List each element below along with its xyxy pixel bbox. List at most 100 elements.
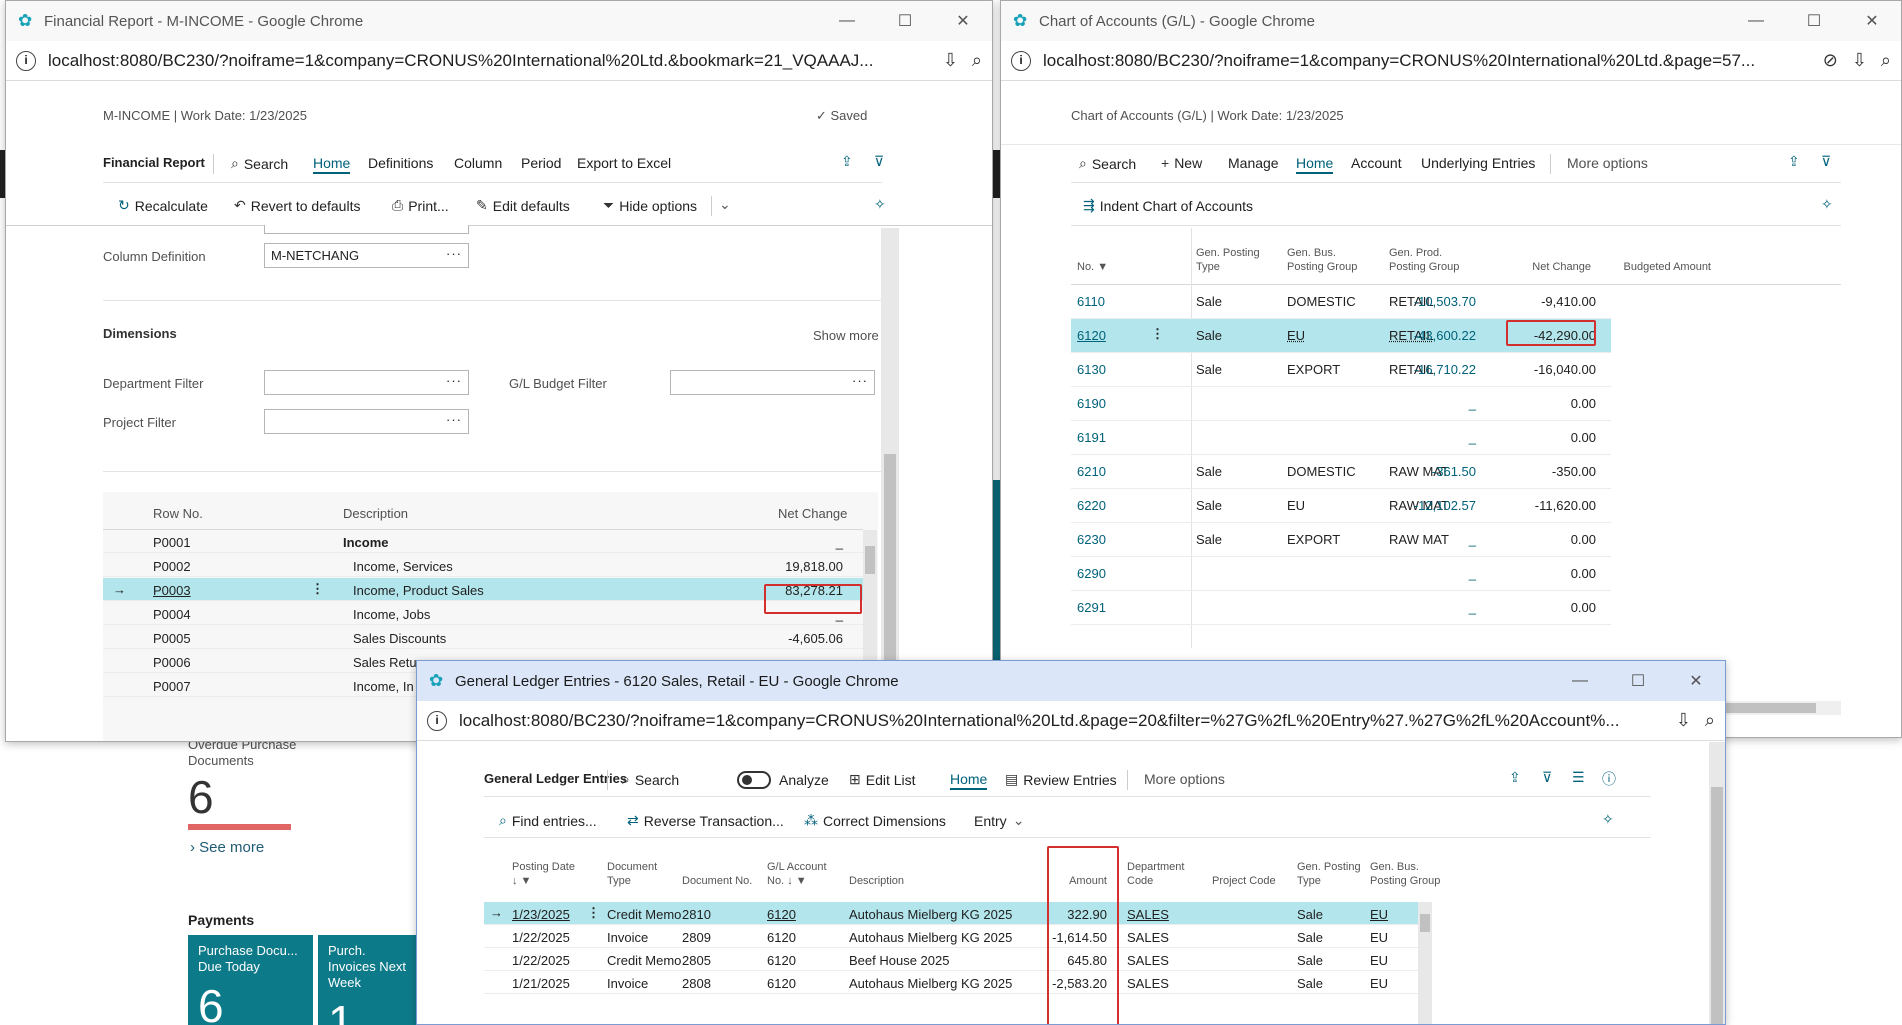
close-icon[interactable]: ✕ — [934, 11, 992, 31]
column-header-project-code[interactable]: Project Code — [1212, 874, 1276, 888]
gl-budget-filter-field[interactable]: ··· — [670, 370, 875, 395]
row-account-no[interactable]: 6191 — [1077, 430, 1106, 445]
search-button[interactable]: ⌕ Search — [622, 771, 679, 788]
table-row[interactable]: 6130 Sale EXPORT RETAIL -16,710.22 -16,040.00 — [1071, 353, 1611, 387]
info-circle-icon[interactable]: ⓘ — [1602, 769, 1616, 789]
table-row[interactable]: P0004 Income, Jobs _ — [103, 602, 863, 625]
url-text[interactable]: localhost:8080/BC230/?noiframe=1&company… — [459, 711, 1662, 731]
row-net-change[interactable]: _ — [1469, 532, 1476, 547]
row-account-no[interactable]: 6230 — [1077, 532, 1106, 547]
row-posting-date[interactable]: 1/23/2025 — [512, 907, 570, 922]
chevron-down-icon[interactable]: ⌄ — [719, 196, 731, 213]
table-row[interactable]: P0001 Income _ — [103, 530, 863, 553]
tab-column[interactable]: Column — [454, 155, 502, 171]
share-icon[interactable]: ⇪ — [841, 153, 853, 170]
install-app-icon[interactable]: ⇩ — [1676, 710, 1691, 731]
find-entries-button[interactable]: ⌕ Find entries... — [499, 812, 597, 829]
column-header-net-change[interactable]: Net Change — [1521, 260, 1591, 274]
row-net-change[interactable]: -361.50 — [1432, 464, 1476, 479]
edit-defaults-button[interactable]: ✎ Edit defaults — [476, 197, 570, 214]
print-button[interactable]: ⎙ Print... — [392, 197, 449, 214]
see-more-link[interactable]: › See more — [190, 839, 264, 856]
ellipsis-icon[interactable]: ··· — [446, 373, 462, 388]
row-net-change[interactable]: _ — [1469, 566, 1476, 581]
row-posting-date[interactable]: 1/22/2025 — [512, 930, 570, 945]
row-net-change[interactable]: -16,710.22 — [1414, 362, 1476, 377]
list-view-icon[interactable]: ☰ — [1572, 769, 1585, 786]
column-header-gen-bus-posting-group[interactable]: Gen. Bus. Posting Group — [1370, 860, 1445, 888]
zoom-icon[interactable]: ⌕ — [972, 50, 982, 71]
table-row[interactable]: 6190 _ 0.00 — [1071, 387, 1611, 421]
camera-off-icon[interactable]: ⊘ — [1823, 50, 1838, 71]
row-net-change[interactable]: _ — [1469, 430, 1476, 445]
row-net-change[interactable]: _ — [1469, 600, 1476, 615]
close-icon[interactable]: ✕ — [1667, 671, 1725, 691]
filter-icon[interactable]: ⊽ — [1821, 153, 1831, 170]
tab-manage[interactable]: Manage — [1228, 155, 1279, 171]
row-posting-date[interactable]: 1/21/2025 — [512, 976, 570, 991]
pin-icon[interactable]: ✧ — [1821, 196, 1833, 213]
revert-defaults-button[interactable]: ↶ Revert to defaults — [234, 197, 360, 214]
table-row-selected[interactable]: → P0003 ⋮ Income, Product Sales 83,278.2… — [103, 578, 863, 601]
cue-invoices-next-week[interactable]: Purch. Invoices Next Week 1 — [318, 935, 418, 1025]
scrollbar-thumb[interactable] — [1420, 914, 1430, 932]
department-filter-field[interactable]: ··· — [264, 370, 469, 395]
overdue-value[interactable]: 6 — [188, 770, 214, 824]
column-header-posting-date[interactable]: Posting Date ↓ ▼ — [512, 860, 575, 888]
install-app-icon[interactable]: ⇩ — [1852, 50, 1867, 71]
table-row[interactable]: 6230 Sale EXPORT RAW MAT _ 0.00 — [1071, 523, 1611, 557]
page-scrollbar[interactable] — [1709, 742, 1725, 1024]
scrollbar-thumb[interactable] — [865, 546, 875, 574]
url-text[interactable]: localhost:8080/BC230/?noiframe=1&company… — [48, 51, 929, 71]
ellipsis-icon[interactable]: ··· — [446, 246, 462, 261]
column-header-gl-account-no[interactable]: G/L Account No. ↓ ▼ — [767, 860, 827, 888]
row-net-change[interactable]: -4,605.06 — [788, 631, 843, 646]
row-budgeted-amount[interactable]: -350.00 — [1552, 464, 1596, 479]
table-row[interactable]: P0002 Income, Services 19,818.00 — [103, 554, 863, 577]
row-net-change[interactable]: 19,818.00 — [785, 559, 843, 574]
install-app-icon[interactable]: ⇩ — [943, 50, 958, 71]
row-budgeted-amount[interactable]: -16,040.00 — [1534, 362, 1596, 377]
more-options-button[interactable]: More options — [1567, 155, 1648, 171]
table-row[interactable]: 6290 _ 0.00 — [1071, 557, 1611, 591]
tab-definitions[interactable]: Definitions — [368, 155, 433, 171]
grid-scrollbar[interactable] — [1418, 902, 1432, 1024]
ellipsis-icon[interactable]: ··· — [446, 412, 462, 427]
zoom-icon[interactable]: ⌕ — [1881, 50, 1891, 71]
address-bar[interactable]: i localhost:8080/BC230/?noiframe=1&compa… — [417, 701, 1725, 741]
tab-account[interactable]: Account — [1351, 155, 1402, 171]
column-header-gen-posting-type[interactable]: Gen. Posting Type — [1196, 246, 1266, 274]
row-account-no[interactable]: 6210 — [1077, 464, 1106, 479]
row-budgeted-amount[interactable]: 0.00 — [1571, 430, 1596, 445]
tab-export-to-excel[interactable]: Export to Excel — [577, 155, 671, 171]
info-icon[interactable]: i — [427, 710, 447, 731]
row-net-change[interactable]: -10,503.70 — [1414, 294, 1476, 309]
row-menu-icon[interactable]: ⋮ — [311, 581, 324, 597]
tab-home[interactable]: Home — [313, 155, 351, 174]
table-row[interactable]: 6220 Sale EU RAW MAT -12,102.57 -11,620.00 — [1071, 489, 1611, 523]
new-button[interactable]: + New — [1161, 155, 1202, 171]
row-menu-icon[interactable]: ⋮ — [587, 905, 600, 921]
column-header-budgeted-amount[interactable]: Budgeted Amount — [1601, 260, 1711, 274]
grid-scrollbar[interactable] — [863, 530, 877, 680]
row-net-change[interactable]: -12,102.57 — [1414, 498, 1476, 513]
review-entries-button[interactable]: ▤ Review Entries — [1005, 771, 1117, 788]
tab-underlying-entries[interactable]: Underlying Entries — [1421, 155, 1535, 171]
tab-period[interactable]: Period — [521, 155, 561, 171]
minimize-icon[interactable]: — — [1727, 12, 1785, 30]
column-header-description[interactable]: Description — [849, 874, 904, 888]
maximize-icon[interactable]: ☐ — [1785, 11, 1843, 31]
url-text[interactable]: localhost:8080/BC230/?noiframe=1&company… — [1043, 51, 1809, 71]
pin-icon[interactable]: ✧ — [1602, 811, 1614, 828]
row-net-change[interactable]: -43,600.22 — [1414, 328, 1476, 343]
filter-icon[interactable]: ⊽ — [1542, 769, 1552, 786]
table-row[interactable]: P0005 Sales Discounts -4,605.06 — [103, 626, 863, 649]
address-bar[interactable]: i localhost:8080/BC230/?noiframe=1&compa… — [6, 41, 992, 81]
row-posting-date[interactable]: 1/22/2025 — [512, 953, 570, 968]
address-bar[interactable]: i localhost:8080/BC230/?noiframe=1&compa… — [1001, 41, 1901, 81]
minimize-icon[interactable]: — — [818, 12, 876, 30]
tab-home[interactable]: Home — [950, 771, 988, 790]
share-icon[interactable]: ⇪ — [1788, 153, 1800, 170]
table-row[interactable]: 6110 Sale DOMESTIC RETAIL -10,503.70 -9,410.0… — [1071, 285, 1611, 319]
hide-options-button[interactable]: ⏷ Hide options — [603, 197, 697, 214]
